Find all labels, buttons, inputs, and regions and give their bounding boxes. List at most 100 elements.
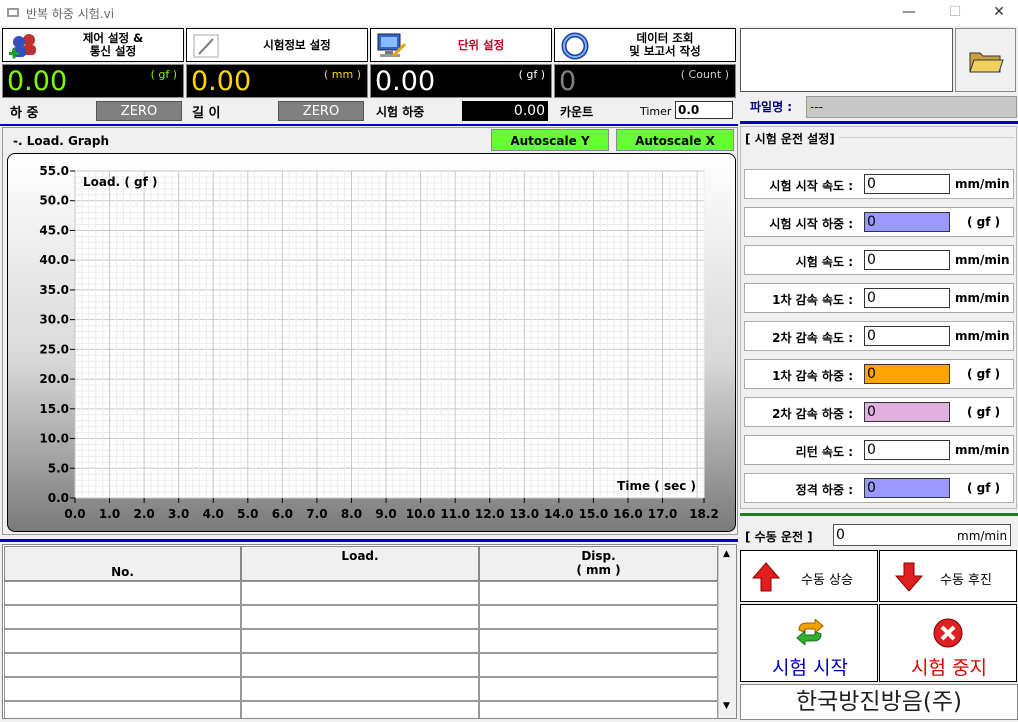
table-cell [241,653,479,677]
autoscale-x-button[interactable]: Autoscale X [616,129,734,151]
setting-input[interactable]: 0 [864,288,950,308]
table-scrollbar[interactable]: ▲ ▼ [718,545,736,718]
test-info-label: 시험정보 설정 [263,37,331,52]
table-row[interactable] [4,581,718,605]
setting-row: 2차 감속 하중 : 0 ( gf ) [744,397,1014,427]
table-cell [241,701,479,718]
load-value: 0.00 [7,66,68,97]
pen-icon [193,34,219,58]
manual-up-label: 수동 상승 [801,573,853,588]
setting-input[interactable]: 0 [864,212,950,232]
autoscale-y-button[interactable]: Autoscale Y [491,129,609,151]
length-zero-button[interactable]: ZERO [278,101,364,121]
arrow-up-icon [751,562,781,592]
setting-row: 2차 감속 속도 : 0 mm/min [744,321,1014,351]
setting-row: 1차 감속 하중 : 0 ( gf ) [744,359,1014,389]
scroll-down-icon[interactable]: ▼ [723,701,730,711]
plot-area [74,170,705,499]
settings-title: [ 시험 운전 설정] [745,130,839,147]
unit-settings-label: 단위 설정 [457,37,505,52]
control-settings-button[interactable]: 제어 설정 & 통신 설정 [2,28,184,62]
x-tick-label: 5.0 [237,507,258,521]
setting-label: 리턴 속도 : [795,445,853,459]
graph-title: -. Load. Graph [13,134,110,148]
setting-unit: mm/min [955,253,1010,267]
table-row[interactable] [4,701,718,718]
setting-label: 2차 감속 하중 : [772,407,853,421]
table-cell [241,677,479,701]
users-settings-icon [9,34,36,59]
col-header-load[interactable]: Load. [241,546,479,581]
setting-input[interactable]: 0 [864,478,950,498]
setting-unit: ( gf ) [967,215,1001,229]
unit-settings-button[interactable]: 단위 설정 [370,28,552,62]
y-tick-label: 50.0 [39,194,69,208]
scroll-up-icon[interactable]: ▲ [723,549,730,559]
setting-label: 정격 하중 : [795,483,853,497]
setting-input[interactable]: 0 [864,402,950,422]
file-name-label: 파일명 : [750,100,793,114]
test-info-button[interactable]: 시험정보 설정 [186,28,368,62]
y-tick-label: 25.0 [39,342,69,356]
minimize-button[interactable]: — [886,0,932,26]
timer-label: Timer [640,105,672,118]
setting-row: 시험 시작 속도 : 0 mm/min [744,169,1014,199]
table-row[interactable] [4,653,718,677]
setting-input[interactable]: 0 [864,364,950,384]
table-row[interactable] [4,677,718,701]
test-load-sub-value: 0.00 [462,101,548,121]
setting-label: 2차 감속 속도 : [772,331,853,345]
x-tick-label: 16.0 [613,507,643,521]
col-header-no[interactable]: No. [4,546,241,581]
manual-up-button[interactable]: 수동 상승 [740,550,878,602]
manual-top-divider [740,513,1018,516]
count-display: 0 ( Count ) [554,64,736,98]
test-stop-button[interactable]: 시험 중지 [879,604,1017,682]
load-zero-button[interactable]: ZERO [96,101,182,121]
setting-label: 1차 감속 속도 : [772,293,853,307]
setting-input[interactable]: 0 [864,326,950,346]
stop-icon [933,618,963,648]
x-tick-label: 18.2 [689,507,719,521]
open-folder-button[interactable] [955,28,1016,92]
col-header-disp[interactable]: Disp. ( mm ) [479,546,718,581]
x-axis-label: Time ( sec ) [617,479,696,493]
length-value: 0.00 [191,66,252,97]
x-tick-label: 11.0 [440,507,470,521]
table-cell [479,677,718,701]
setting-input[interactable]: 0 [864,250,950,270]
data-report-button[interactable]: 데이터 조회 및 보고서 작성 [554,28,736,62]
maximize-button[interactable]: ☐ [932,0,978,26]
y-tick-label: 20.0 [39,372,69,386]
file-name-field[interactable]: --- [806,96,1017,118]
setting-row: 리턴 속도 : 0 mm/min [744,435,1014,465]
setting-label: 시험 시작 속도 : [769,179,853,193]
y-tick-label: 35.0 [39,283,69,297]
test-start-button[interactable]: 시험 시작 [740,604,878,682]
file-preview-box [740,28,953,92]
load-time-chart: 55.0 50.0 45.0 40.0 35.0 30.0 25.0 20.0 15.0 10.0… [39,164,719,521]
x-tick-label: 7.0 [306,507,327,521]
manual-back-label: 수동 후진 [940,573,992,588]
table-cell [479,581,718,605]
x-tick-label: 14.0 [544,507,574,521]
close-button[interactable]: ✕ [976,0,1018,26]
graph-top-divider [0,124,738,126]
test-settings-panel: [ 시험 운전 설정] 시험 시작 속도 : 0 mm/min 시험 시작 하중 … [740,126,1017,509]
table-cell [479,629,718,653]
computer-icon [377,33,407,58]
table-cell [4,677,241,701]
table-cell [479,605,718,629]
setting-row: 1차 감속 속도 : 0 mm/min [744,283,1014,313]
manual-back-button[interactable]: 수동 후진 [879,550,1017,602]
table-cell [241,581,479,605]
app-icon [7,8,19,17]
table-row[interactable] [4,605,718,629]
table-row[interactable] [4,629,718,653]
setting-input[interactable]: 0 [864,174,950,194]
data-report-label: 데이터 조회 및 보고서 작성 [629,31,701,58]
x-tick-label: 9.0 [375,507,396,521]
setting-input[interactable]: 0 [864,440,950,460]
x-tick-label: 17.0 [648,507,678,521]
count-unit: ( Count ) [680,68,729,81]
